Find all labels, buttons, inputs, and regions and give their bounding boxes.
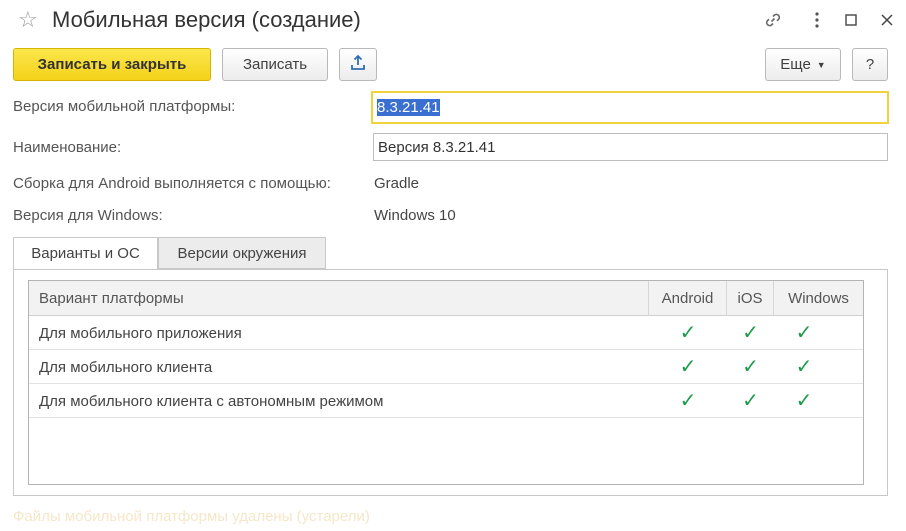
android-build-label: Сборка для Android выполняется с помощью… <box>13 175 331 192</box>
android-check-icon: ✓ <box>679 356 697 378</box>
table-row[interactable]: Для мобильного клиента ✓ ✓ ✓ <box>29 350 863 384</box>
more-button-label: Еще <box>780 56 811 73</box>
column-header-variant[interactable]: Вариант платформы <box>29 281 649 316</box>
help-button[interactable]: ? <box>852 48 888 81</box>
platform-variants-table[interactable]: Вариант платформы Android iOS Windows Дл… <box>28 280 864 485</box>
upload-button[interactable] <box>339 48 377 81</box>
platform-version-value: 8.3.21.41 <box>377 99 440 116</box>
name-input[interactable]: Версия 8.3.21.41 <box>373 133 888 161</box>
link-icon[interactable] <box>761 8 785 32</box>
upload-icon <box>349 54 367 76</box>
column-header-android[interactable]: Android <box>649 281 727 316</box>
window-title: Мобильная версия (создание) <box>52 7 361 32</box>
windows-version-value: Windows 10 <box>374 207 456 224</box>
android-check-icon: ✓ <box>679 390 697 412</box>
table-row[interactable]: Для мобильного приложения ✓ ✓ ✓ <box>29 316 863 350</box>
ios-check-icon: ✓ <box>742 390 759 412</box>
android-build-value: Gradle <box>374 175 420 192</box>
android-check-icon: ✓ <box>679 322 697 344</box>
more-actions-icon[interactable] <box>805 8 829 32</box>
platform-version-input[interactable]: 8.3.21.41 <box>371 91 889 124</box>
windows-check-icon: ✓ <box>795 390 813 412</box>
tab-environment-versions[interactable]: Версии окружения <box>158 237 326 269</box>
ios-check-icon: ✓ <box>742 356 759 378</box>
column-header-windows[interactable]: Windows <box>774 281 863 316</box>
column-header-ios[interactable]: iOS <box>727 281 774 316</box>
windows-check-icon: ✓ <box>795 356 813 378</box>
more-button[interactable]: Еще ▼ <box>765 48 841 81</box>
close-icon[interactable] <box>875 8 899 32</box>
variant-name: Для мобильного приложения <box>39 324 242 342</box>
table-row[interactable]: Для мобильного клиента с автономным режи… <box>29 384 863 418</box>
name-value: Версия 8.3.21.41 <box>378 139 496 156</box>
table-header: Вариант платформы Android iOS Windows <box>29 281 863 316</box>
variant-name: Для мобильного клиента с автономным режи… <box>39 392 384 410</box>
variant-name: Для мобильного клиента <box>39 358 213 376</box>
title-bar: ☆ Мобильная версия (создание) <box>0 0 906 42</box>
windows-check-icon: ✓ <box>795 322 813 344</box>
save-button[interactable]: Записать <box>222 48 328 81</box>
platform-files-removed-note: Файлы мобильной платформы удалены (устар… <box>13 508 370 525</box>
maximize-icon[interactable] <box>839 8 863 32</box>
platform-version-label: Версия мобильной платформы: <box>13 98 236 115</box>
favorite-star-icon[interactable]: ☆ <box>18 8 38 32</box>
chevron-down-icon: ▼ <box>816 59 826 70</box>
windows-version-label: Версия для Windows: <box>13 207 163 224</box>
save-and-close-button[interactable]: Записать и закрыть <box>13 48 211 81</box>
name-label: Наименование: <box>13 139 122 156</box>
tab-variants-os[interactable]: Варианты и ОС <box>13 237 158 270</box>
tab-panel: Вариант платформы Android iOS Windows Дл… <box>13 269 888 496</box>
ios-check-icon: ✓ <box>742 322 759 344</box>
